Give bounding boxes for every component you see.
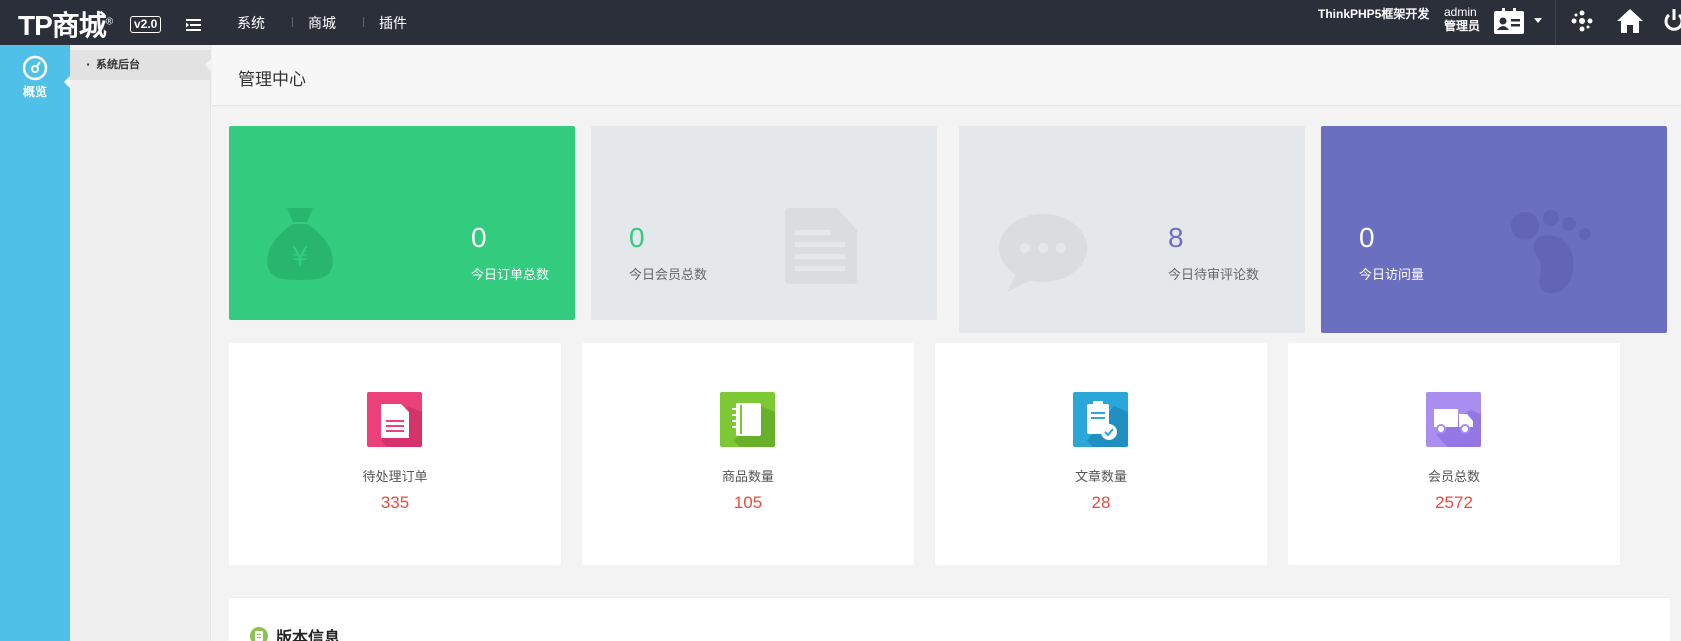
money-bag-icon: ¥ — [265, 206, 335, 286]
top-bar: TP商城® v2.0 系统 商城 插件 ThinkPHP5框架开发 admin … — [0, 0, 1681, 45]
card-value: 28 — [1091, 493, 1111, 512]
stat-label: 今日访问量 — [1359, 268, 1425, 283]
stat-today-pending-comments[interactable]: 8 今日待审评论数 — [959, 126, 1305, 333]
order-icon — [367, 392, 422, 447]
stat-today-members[interactable]: 0 今日会员总数 — [591, 126, 937, 320]
nav-item-plugins[interactable]: 插件 — [364, 13, 435, 33]
card-label: 文章数量 — [1074, 470, 1127, 485]
clipboard-check-icon — [1073, 392, 1128, 447]
card-value: 105 — [733, 493, 763, 512]
sidebar-item-overview[interactable]: 概览 — [0, 55, 70, 100]
document-icon — [783, 208, 859, 288]
framework-text: ThinkPHP5框架开发 — [1318, 7, 1430, 21]
sub-sidebar: 系统后台 — [70, 45, 212, 641]
stat-today-orders[interactable]: ¥ 0 今日订单总数 — [229, 126, 575, 320]
icon-sidebar: 概览 — [0, 45, 71, 641]
truck-icon — [1426, 392, 1481, 447]
home-icon[interactable] — [1616, 7, 1644, 39]
stat-label: 今日会员总数 — [629, 268, 708, 283]
card-value: 2572 — [1435, 493, 1473, 512]
card-pending-orders[interactable]: 待处理订单 335 — [229, 343, 561, 565]
user-role: 管理员 — [1444, 19, 1481, 33]
subnav-item-system-backend[interactable]: 系统后台 — [70, 50, 212, 80]
menu-toggle-icon[interactable] — [186, 16, 201, 35]
stat-label: 今日待审评论数 — [1168, 268, 1260, 283]
card-product-count[interactable]: 商品数量 105 — [582, 343, 914, 565]
stat-value: 0 — [629, 222, 645, 253]
page-header: 管理中心 — [212, 45, 1681, 106]
user-name: admin — [1444, 5, 1477, 19]
version-panel-title: 版本信息 — [276, 628, 341, 641]
card-article-count[interactable]: 文章数量 28 — [935, 343, 1267, 565]
fan-icon[interactable] — [1570, 9, 1594, 37]
version-panel: 版本信息 — [229, 597, 1670, 641]
stat-value: 0 — [471, 222, 487, 253]
sidebar-item-label: 概览 — [22, 85, 47, 99]
card-member-total[interactable]: 会员总数 2572 — [1288, 343, 1620, 565]
card-value: 335 — [380, 493, 410, 512]
logo[interactable]: TP商城® — [18, 4, 113, 44]
profile-card-icon[interactable] — [1494, 8, 1524, 38]
stat-value: 0 — [1359, 222, 1375, 253]
nav-item-mall[interactable]: 商城 — [293, 13, 364, 33]
info-icon — [250, 627, 268, 641]
card-label: 待处理订单 — [362, 470, 428, 485]
nav-item-system[interactable]: 系统 — [222, 13, 293, 33]
stat-label: 今日订单总数 — [471, 268, 550, 283]
top-nav: 系统 商城 插件 — [222, 0, 435, 45]
notebook-icon — [720, 392, 775, 447]
page-title: 管理中心 — [238, 70, 306, 90]
card-label: 会员总数 — [1427, 470, 1480, 485]
chevron-down-icon[interactable] — [1534, 18, 1542, 23]
version-badge: v2.0 — [130, 16, 162, 33]
stat-today-visits[interactable]: 0 今日访问量 — [1321, 126, 1667, 333]
divider — [1555, 0, 1556, 45]
stat-value: 8 — [1168, 222, 1184, 253]
chat-bubble-icon — [997, 212, 1087, 296]
power-icon[interactable] — [1664, 9, 1681, 37]
card-label: 商品数量 — [721, 470, 774, 485]
user-info[interactable]: admin 管理员 — [1444, 5, 1480, 33]
dashboard-icon — [22, 55, 48, 81]
svg-text:¥: ¥ — [291, 240, 309, 273]
footprint-icon — [1507, 208, 1597, 302]
